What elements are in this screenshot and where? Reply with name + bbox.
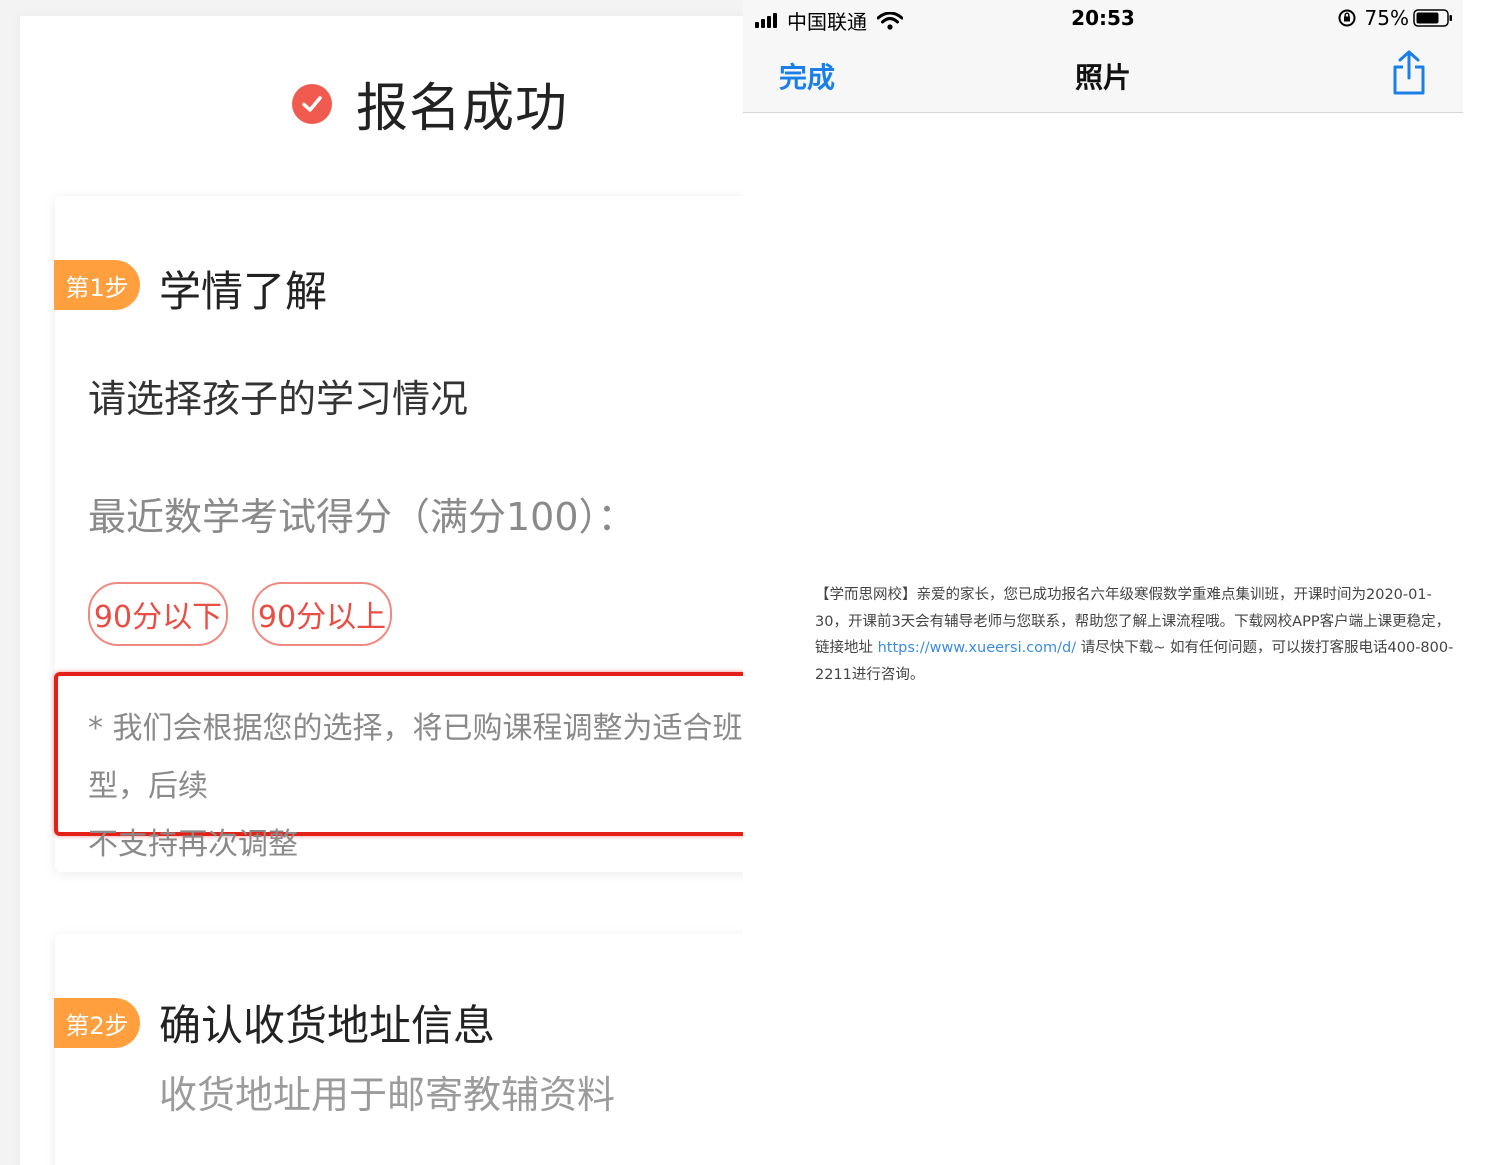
step1-badge: 第1步 bbox=[54, 260, 140, 310]
note-line-1: * 我们会根据您的选择，将已购课程调整为适合班型，后续 bbox=[88, 711, 743, 804]
step2-title: 确认收货地址信息 bbox=[159, 1001, 496, 1050]
score-label: 最近数学考试得分（满分100）： bbox=[88, 495, 636, 539]
note-line-2: 不支持再次调整 bbox=[88, 827, 298, 862]
step2-subtitle: 收货地址用于邮寄教辅资料 bbox=[159, 1073, 616, 1117]
nav-title: 照片 bbox=[1074, 61, 1131, 94]
photo-viewer: 中国联通 20:53 75% 完成 照片 【学而思网校】亲爱的家长，您已成功报名… bbox=[743, 0, 1463, 1165]
step2-card[interactable]: 第2步 确认收货地址信息 收货地址用于邮寄教辅资料 bbox=[54, 934, 743, 1165]
step2-badge: 第2步 bbox=[54, 998, 140, 1048]
share-icon[interactable] bbox=[1391, 50, 1427, 96]
battery-info: 75% bbox=[1337, 6, 1453, 30]
check-circle-icon bbox=[292, 83, 332, 124]
success-header: 报名成功 bbox=[292, 66, 568, 141]
status-bar: 中国联通 20:53 75% bbox=[743, 0, 1463, 36]
step1-card: 第1步 学情了解 请选择孩子的学习情况 最近数学考试得分（满分100）： 90分… bbox=[54, 196, 743, 872]
option-below-90-button[interactable]: 90分以下 bbox=[88, 582, 228, 646]
rotation-lock-icon bbox=[1338, 9, 1356, 27]
registration-page: 报名成功 第1步 学情了解 请选择孩子的学习情况 最近数学考试得分（满分100）… bbox=[20, 16, 743, 1165]
right-margin bbox=[1463, 0, 1494, 1165]
battery-icon bbox=[1413, 9, 1452, 27]
option-above-90-button[interactable]: 90分以上 bbox=[252, 582, 392, 646]
learning-question: 请选择孩子的学习情况 bbox=[88, 377, 469, 421]
nav-bar: 完成 照片 bbox=[743, 36, 1463, 113]
step1-title: 学情了解 bbox=[159, 267, 328, 316]
registration-panel: 报名成功 第1步 学情了解 请选择孩子的学习情况 最近数学考试得分（满分100）… bbox=[0, 0, 743, 1165]
sms-download-link[interactable]: https://www.xueersi.com/d/ bbox=[878, 640, 1077, 656]
sms-message: 【学而思网校】亲爱的家长，您已成功报名六年级寒假数学重难点集训班，开课时间为20… bbox=[815, 582, 1463, 688]
highlighted-note-box: * 我们会根据您的选择，将已购课程调整为适合班型，后续 不支持再次调整 bbox=[54, 672, 743, 862]
battery-percent: 75% bbox=[1364, 6, 1409, 30]
adjustment-note: * 我们会根据您的选择，将已购课程调整为适合班型，后续 不支持再次调整 bbox=[88, 700, 743, 874]
page-title: 报名成功 bbox=[356, 79, 569, 139]
